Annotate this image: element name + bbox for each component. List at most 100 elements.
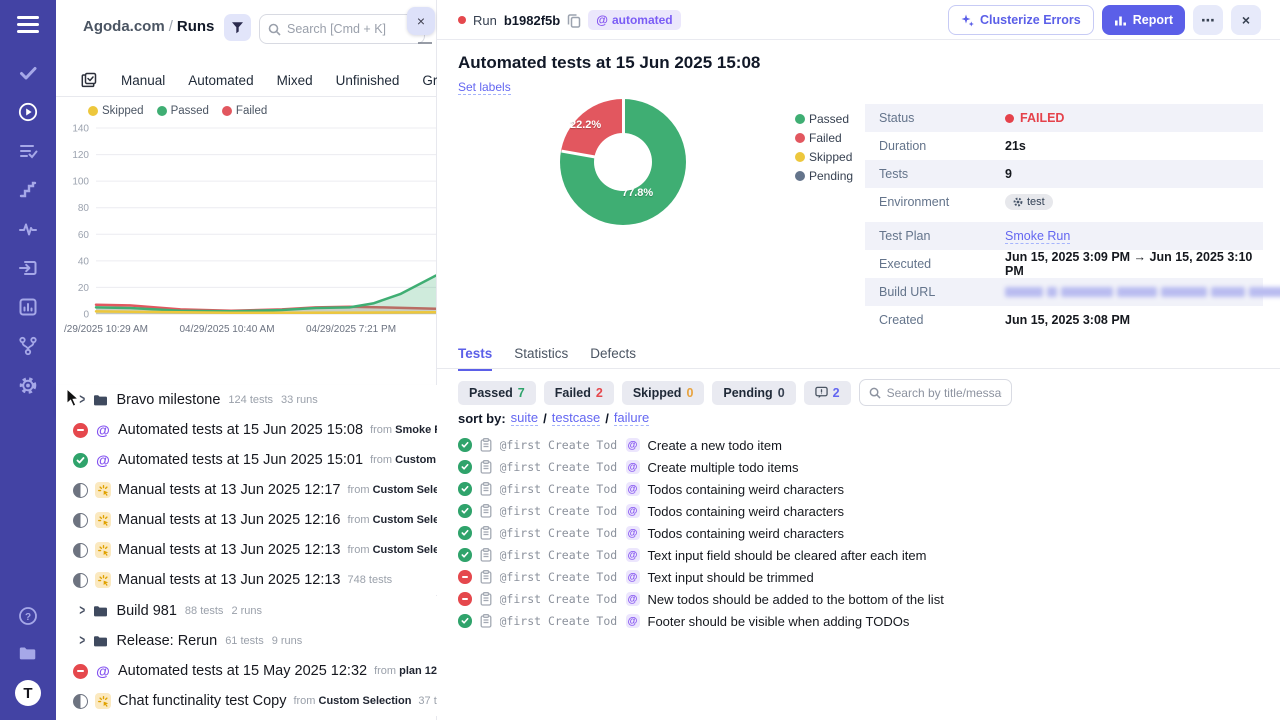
clipboard-icon (480, 548, 492, 562)
clipboard-icon (480, 460, 492, 474)
run-row[interactable]: Manual tests at 13 Jun 2025 12:16 from C… (56, 505, 517, 535)
folder-row[interactable]: > Bravo milestone 124 tests 33 runs (56, 385, 437, 415)
donut-hole (594, 133, 652, 191)
automated-icon: @ (625, 504, 640, 518)
filter-passed[interactable]: Passed 7 (458, 380, 536, 405)
menu-icon[interactable] (17, 16, 39, 33)
tests-search-input[interactable] (886, 385, 1002, 400)
analytics-icon[interactable] (18, 297, 38, 317)
tests-search[interactable] (858, 379, 1012, 406)
run-row[interactable]: Manual tests at 13 Jun 2025 12:13 from C… (56, 535, 517, 565)
chevron-right-icon[interactable]: > (79, 603, 85, 619)
run-row[interactable]: @ Automated tests at 15 Jun 2025 15:01 f… (56, 445, 488, 475)
clipboard-icon (480, 614, 492, 628)
test-row[interactable]: @first Create Todos... @ New todos shoul… (458, 588, 944, 610)
run-row[interactable]: @ Automated tests at 15 May 2025 12:32 f… (56, 656, 517, 686)
run-title: Automated tests at 15 Jun 2025 15:08 (458, 53, 761, 72)
close-run-button[interactable]: × (1231, 5, 1261, 35)
filter-comments[interactable]: 2 (803, 380, 851, 405)
automated-icon: @ (596, 13, 608, 27)
runs-search[interactable] (259, 14, 425, 44)
sort-suite-link[interactable]: suite (510, 410, 539, 426)
select-all-icon[interactable] (78, 70, 98, 90)
panel-collapse-icon[interactable] (418, 36, 432, 44)
search-input[interactable] (287, 22, 416, 36)
detail-row-status: Status FAILED (865, 104, 1263, 132)
run-row[interactable]: Manual tests at 13 Jun 2025 12:17 from C… (56, 475, 517, 505)
detail-row-build-url: Build URL (865, 278, 1280, 306)
more-button[interactable]: ⋯ (1193, 5, 1223, 35)
detail-row-environment: Environment test (865, 188, 1263, 216)
test-row[interactable]: @first Create Todos... @ Text input fiel… (458, 544, 926, 566)
chart-legend: Skipped Passed Failed (88, 105, 267, 117)
pulse-icon[interactable] (18, 219, 38, 239)
tab-automated[interactable]: Automated (188, 73, 253, 88)
app-logo[interactable]: T (15, 680, 41, 706)
runs-play-icon[interactable] (18, 102, 38, 122)
automated-icon: @ (625, 438, 640, 452)
tab-manual[interactable]: Manual (121, 73, 165, 88)
help-icon[interactable]: ? (18, 606, 38, 626)
tab-unfinished[interactable]: Unfinished (336, 73, 400, 88)
sort-failure-link[interactable]: failure (613, 410, 650, 426)
clusterize-errors-button[interactable]: Clusterize Errors (947, 5, 1094, 35)
folder-row[interactable]: > Release: Rerun 61 tests 9 runs (56, 626, 437, 656)
filter-pending[interactable]: Pending 0 (712, 380, 796, 405)
test-row[interactable]: @first Create Todos... @ Create multiple… (458, 456, 799, 478)
panel-close-button[interactable]: × (407, 7, 435, 35)
passed-status-icon (458, 482, 472, 496)
tasks-check-icon[interactable] (18, 63, 38, 83)
sidebar: ? T (0, 0, 56, 720)
copy-icon[interactable] (567, 13, 581, 28)
detail-row-duration: Duration 21s (879, 139, 1026, 153)
chevron-right-icon[interactable]: > (79, 633, 85, 649)
report-button[interactable]: Report (1101, 5, 1185, 35)
test-row[interactable]: @first Create Todos... @ Todos containin… (458, 500, 844, 522)
legend-skipped[interactable]: Skipped (88, 105, 144, 117)
test-row[interactable]: @first Create Todos... @ Text input shou… (458, 566, 814, 588)
breadcrumb-project[interactable]: Agoda.com (83, 18, 165, 35)
run-row[interactable]: Manual tests at 13 Jun 2025 12:13 748 te… (56, 565, 437, 595)
run-details-panel: Run b1982f5b @ automated Clusterize Erro… (437, 0, 1280, 720)
import-icon[interactable] (18, 258, 38, 278)
sort-by: sort by: suite / testcase / failure (458, 410, 650, 426)
folder-icon (93, 605, 108, 618)
legend-failed[interactable]: Failed (221, 105, 267, 117)
run-row[interactable]: @ Automated tests at 15 Jun 2025 15:08 f… (56, 415, 495, 445)
legend-passed[interactable]: Passed (156, 105, 209, 117)
comment-icon (814, 386, 828, 399)
test-row[interactable]: @first Create Todos... @ Todos containin… (458, 522, 844, 544)
filter-button[interactable] (224, 14, 251, 41)
donut-legend: Passed Failed Skipped Pending (795, 112, 853, 183)
settings-gear-icon[interactable] (18, 375, 38, 395)
detail-row-tests: Tests 9 (865, 160, 1263, 188)
set-labels-link[interactable]: Set labels (458, 80, 511, 95)
folder-row[interactable]: > Build 981 88 tests 2 runs (56, 596, 437, 626)
failed-pct-label: 22.2% (570, 119, 602, 131)
test-row[interactable]: @first Create Todos... @ Create a new to… (458, 434, 782, 456)
automated-icon: @ (96, 452, 110, 468)
automated-badge[interactable]: @ automated (588, 10, 681, 30)
clipboard-icon (480, 504, 492, 518)
sort-testcase-link[interactable]: testcase (551, 410, 601, 426)
test-row[interactable]: @first Create Todos... @ Footer should b… (458, 610, 909, 632)
sidebar-bottom: ? T (15, 606, 41, 706)
failed-dot (795, 133, 805, 143)
skipped-dot (795, 152, 805, 162)
tab-mixed[interactable]: Mixed (277, 73, 313, 88)
branch-icon[interactable] (18, 336, 38, 356)
test-plan-link[interactable]: Smoke Run (1005, 229, 1071, 244)
test-cases-icon[interactable] (18, 141, 38, 161)
test-row[interactable]: @first Create Todos... @ Todos containin… (458, 478, 844, 500)
failed-dot (221, 106, 232, 116)
chevron-right-icon[interactable]: > (79, 392, 85, 408)
runs-type-tabs: Manual Automated Mixed Unfinished Groups (78, 68, 467, 92)
environment-badge[interactable]: test (1005, 194, 1053, 210)
steps-icon[interactable] (18, 180, 38, 200)
svg-text:/29/2025 10:29 AM: /29/2025 10:29 AM (64, 324, 148, 335)
filter-skipped[interactable]: Skipped 0 (621, 380, 705, 405)
filter-failed[interactable]: Failed 2 (543, 380, 614, 405)
run-row[interactable]: Chat functinality test Copy from Custom … (56, 686, 457, 716)
projects-folder-icon[interactable] (18, 643, 38, 663)
clipboard-icon (480, 526, 492, 540)
